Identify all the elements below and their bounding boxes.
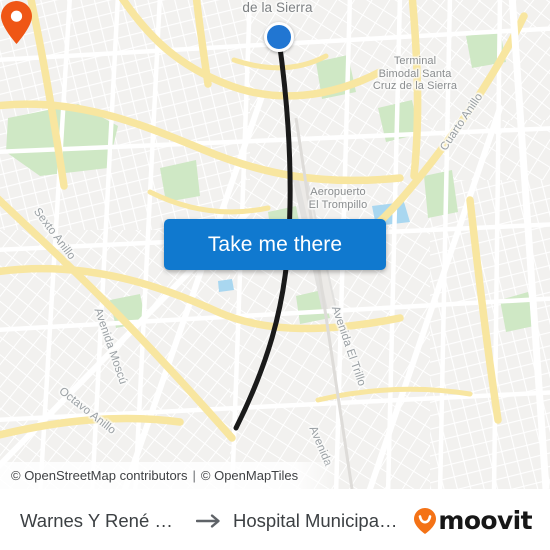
bottom-trip-bar: Warnes Y René M... Hospital Municipal Fr…	[0, 489, 550, 550]
moovit-pin-icon	[414, 507, 437, 534]
openmaptiles-attribution-link[interactable]: © OpenMapTiles	[201, 468, 298, 483]
destination-pin[interactable]	[0, 0, 33, 45]
take-me-there-button[interactable]: Take me there	[164, 219, 386, 270]
trip-origin-label: Warnes Y René M...	[20, 509, 185, 531]
trip-endpoints: Warnes Y René M... Hospital Municipal Fr…	[20, 510, 413, 532]
origin-location-dot[interactable]	[264, 22, 294, 52]
trip-destination-label: Hospital Municipal Francés-E...	[233, 509, 398, 531]
moovit-trip-map-screen: de la Sierra Terminal Bimodal Santa Cruz …	[0, 0, 550, 550]
moovit-logo[interactable]: moovit	[413, 506, 533, 535]
moovit-wordmark: moovit	[438, 506, 532, 535]
map-canvas[interactable]: de la Sierra Terminal Bimodal Santa Cruz …	[0, 0, 550, 489]
arrow-right-icon	[196, 513, 220, 528]
osm-attribution-link[interactable]: © OpenStreetMap contributors	[11, 468, 188, 483]
